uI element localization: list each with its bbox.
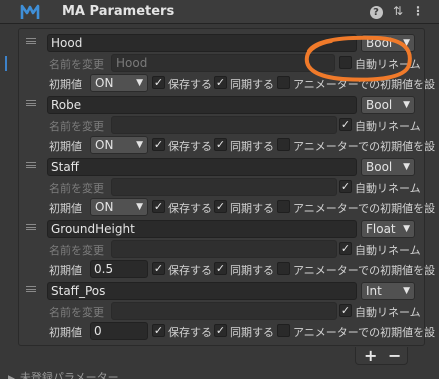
chevron-down-icon: ▼ — [136, 202, 143, 212]
anim-default-label: アニメーターでの初期値を設 — [293, 264, 436, 277]
rename-field[interactable] — [111, 116, 337, 134]
chevron-down-icon: ▼ — [136, 78, 143, 88]
parameter-type-dropdown[interactable]: Int ▼ — [361, 282, 415, 300]
anim-default-label: アニメーターでの初期値を設 — [293, 140, 436, 153]
auto-rename-label: 自動リネーム — [355, 244, 421, 257]
parameter-name-field[interactable]: Robe — [47, 96, 357, 114]
initial-value-dropdown[interactable]: ON ▼ — [90, 198, 148, 216]
auto-rename-checkbox[interactable]: ✓ — [339, 242, 352, 255]
add-remove-bar: + − — [355, 347, 408, 365]
rename-label: 名前を変更 — [49, 244, 104, 257]
sync-checkbox[interactable]: ✓ — [214, 76, 227, 89]
rename-label: 名前を変更 — [49, 182, 104, 195]
save-checkbox[interactable]: ✓ — [152, 262, 165, 275]
unregistered-parameters-foldout[interactable]: ▶ 未登録パラメーター — [8, 369, 119, 379]
parameter-entry: Staff Bool ▼ 名前を変更 ✓ 自動リネーム 初期値 ON ▼ ✓ 保存す… — [19, 153, 435, 216]
rename-field[interactable] — [111, 240, 337, 258]
auto-rename-label: 自動リネーム — [355, 120, 421, 133]
save-label: 保存する — [168, 264, 212, 277]
parameter-entry: Staff_Pos Int ▼ 名前を変更 ✓ 自動リネーム 初期値 0 ✓ 保存… — [19, 277, 435, 340]
initial-value-field[interactable]: 0 — [90, 322, 148, 340]
parameter-type-dropdown[interactable]: Bool ▼ — [361, 158, 415, 176]
initial-value-label: 初期値 — [49, 326, 82, 339]
drag-handle-icon[interactable] — [26, 100, 36, 106]
save-checkbox[interactable]: ✓ — [152, 200, 165, 213]
drag-handle-icon[interactable] — [26, 38, 36, 44]
help-icon[interactable]: ? — [368, 3, 384, 19]
chevron-down-icon: ▼ — [403, 286, 410, 296]
sync-checkbox[interactable]: ✓ — [214, 138, 227, 151]
initial-value-label: 初期値 — [49, 202, 82, 215]
auto-rename-label: 自動リネーム — [355, 182, 421, 195]
drag-handle-icon[interactable] — [26, 224, 36, 230]
auto-rename-checkbox[interactable]: ✓ — [339, 180, 352, 193]
sync-label: 同期する — [230, 78, 274, 91]
component-title: MA Parameters — [62, 4, 175, 19]
chevron-down-icon: ▼ — [136, 140, 143, 150]
anim-default-checkbox[interactable] — [277, 324, 290, 337]
drag-handle-icon[interactable] — [26, 286, 36, 292]
save-checkbox[interactable]: ✓ — [152, 138, 165, 151]
drag-handle-icon[interactable] — [26, 162, 36, 168]
selection-indicator — [5, 56, 7, 71]
parameter-name-field[interactable]: Staff — [47, 158, 357, 176]
auto-rename-checkbox[interactable]: ✓ — [339, 304, 352, 317]
annotation-highlight-circle — [304, 35, 412, 82]
foldout-arrow-icon: ▶ — [8, 374, 15, 379]
initial-value-field[interactable]: 0.5 — [90, 260, 148, 278]
initial-value-label: 初期値 — [49, 140, 82, 153]
initial-value-label: 初期値 — [49, 78, 82, 91]
parameter-entry: GroundHeight Float ▼ 名前を変更 ✓ 自動リネーム 初期値 0… — [19, 215, 435, 278]
rename-field[interactable] — [111, 178, 337, 196]
rename-field[interactable] — [111, 302, 337, 320]
save-checkbox[interactable]: ✓ — [152, 76, 165, 89]
menu-icon[interactable]: ⋮ — [410, 3, 426, 19]
parameter-type-dropdown[interactable]: Float ▼ — [361, 220, 415, 238]
chevron-down-icon: ▼ — [403, 162, 410, 172]
chevron-down-icon: ▼ — [403, 224, 410, 234]
sync-label: 同期する — [230, 326, 274, 339]
save-label: 保存する — [168, 140, 212, 153]
rename-label: 名前を変更 — [49, 120, 104, 133]
anim-default-checkbox[interactable] — [277, 200, 290, 213]
parameter-entry: Robe Bool ▼ 名前を変更 ✓ 自動リネーム 初期値 ON ▼ ✓ 保存する… — [19, 91, 435, 154]
parameter-name-field[interactable]: GroundHeight — [47, 220, 357, 238]
save-checkbox[interactable]: ✓ — [152, 324, 165, 337]
anim-default-label: アニメーターでの初期値を設 — [293, 326, 436, 339]
initial-value-dropdown[interactable]: ON ▼ — [90, 136, 148, 154]
auto-rename-checkbox[interactable]: ✓ — [339, 118, 352, 131]
sync-label: 同期する — [230, 140, 274, 153]
rename-label: 名前を変更 — [49, 58, 104, 71]
anim-default-label: アニメーターでの初期値を設 — [293, 202, 436, 215]
rename-field[interactable]: Hood — [111, 54, 335, 72]
initial-value-label: 初期値 — [49, 264, 82, 277]
modular-avatar-logo-icon — [20, 4, 40, 19]
sync-checkbox[interactable]: ✓ — [214, 200, 227, 213]
sync-label: 同期する — [230, 264, 274, 277]
remove-parameter-button[interactable]: − — [388, 347, 401, 364]
save-label: 保存する — [168, 78, 212, 91]
sync-checkbox[interactable]: ✓ — [214, 262, 227, 275]
save-label: 保存する — [168, 202, 212, 215]
anim-default-checkbox[interactable] — [277, 262, 290, 275]
save-label: 保存する — [168, 326, 212, 339]
add-parameter-button[interactable]: + — [364, 347, 377, 364]
parameter-type-dropdown[interactable]: Bool ▼ — [361, 96, 415, 114]
sync-label: 同期する — [230, 202, 274, 215]
rename-label: 名前を変更 — [49, 306, 104, 319]
anim-default-checkbox[interactable] — [277, 138, 290, 151]
anim-default-checkbox[interactable] — [277, 76, 290, 89]
chevron-down-icon: ▼ — [403, 100, 410, 110]
foldout-label: 未登録パラメーター — [19, 371, 119, 379]
component-header: MA Parameters ? ⇅ ⋮ — [0, 0, 439, 24]
auto-rename-label: 自動リネーム — [355, 306, 421, 319]
settings-icon[interactable]: ⇅ — [390, 3, 406, 19]
sync-checkbox[interactable]: ✓ — [214, 324, 227, 337]
initial-value-dropdown[interactable]: ON ▼ — [90, 74, 148, 92]
parameter-name-field[interactable]: Staff_Pos — [47, 282, 357, 300]
